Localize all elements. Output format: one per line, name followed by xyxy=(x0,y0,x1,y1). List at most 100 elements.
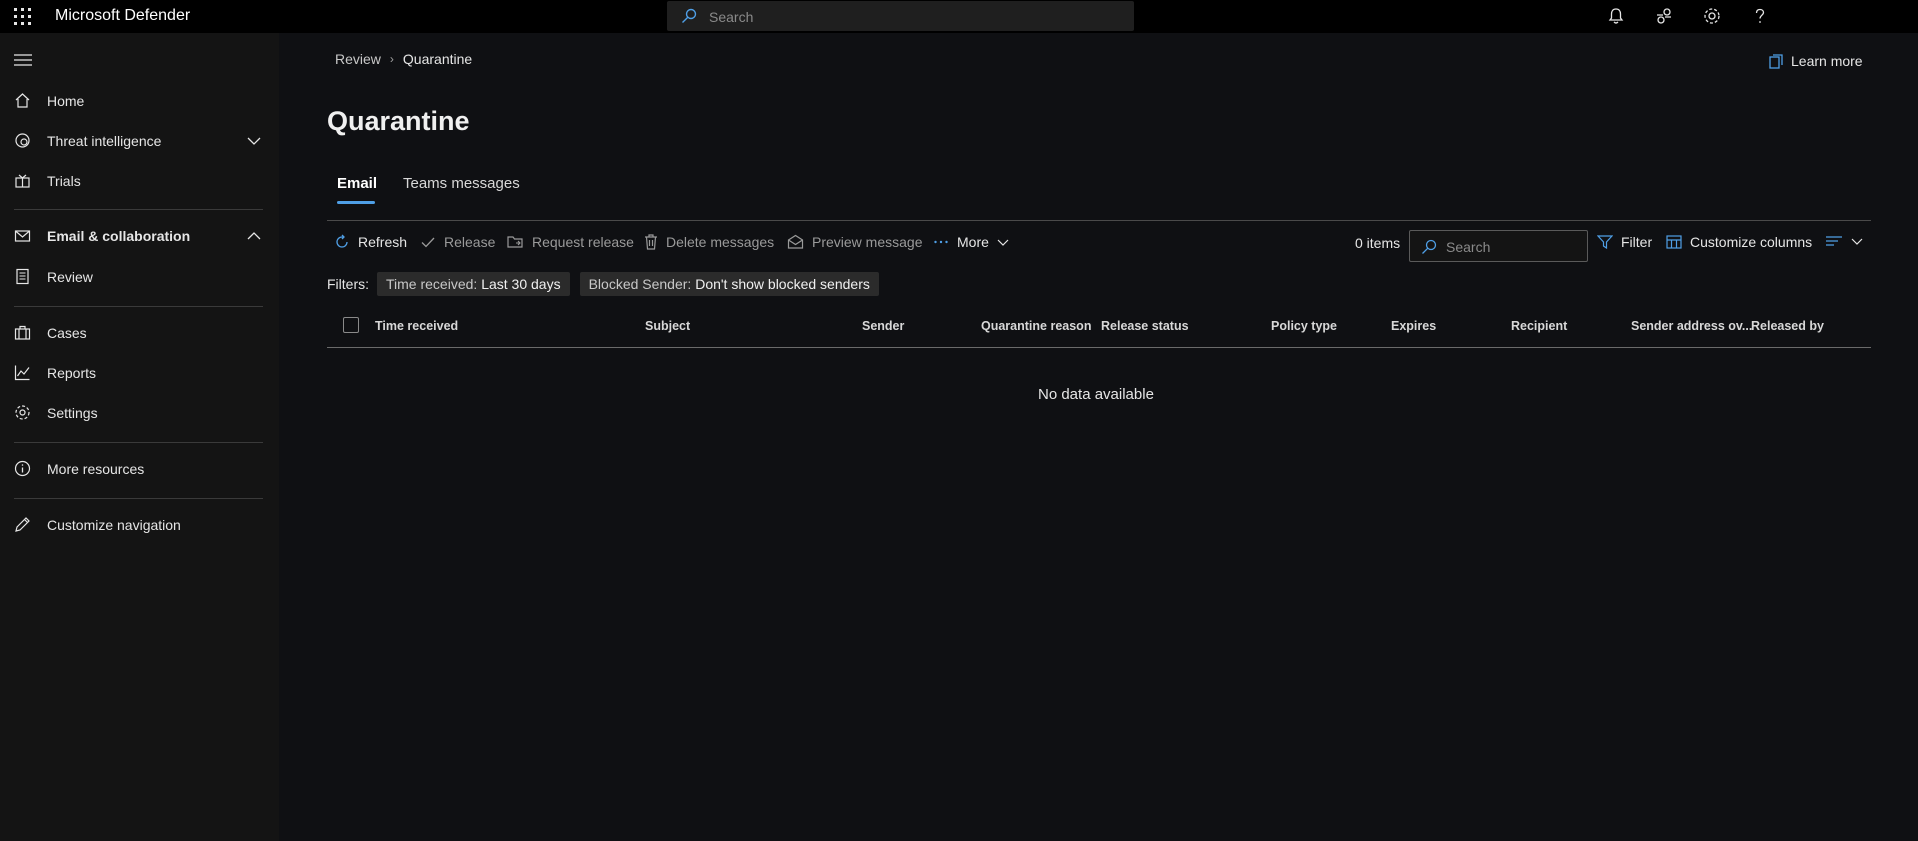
columns-icon xyxy=(1666,235,1682,249)
filter-chip-blocked-sender[interactable]: Blocked Sender: Don't show blocked sende… xyxy=(579,272,879,296)
sidebar-item-customize-navigation[interactable]: Customize navigation xyxy=(0,508,279,542)
sidebar-item-email-collaboration[interactable]: Email & collaboration xyxy=(0,219,279,253)
more-actions-button[interactable]: More xyxy=(933,234,1009,250)
sidebar-item-label: Customize navigation xyxy=(47,517,181,533)
hamburger-menu-icon[interactable] xyxy=(14,53,32,67)
info-icon xyxy=(14,460,31,477)
filter-button[interactable]: Filter xyxy=(1597,234,1652,250)
sidebar-item-label: Settings xyxy=(47,405,98,421)
tab-email[interactable]: Email xyxy=(337,175,377,192)
briefcase-icon xyxy=(14,325,31,340)
sidebar-item-label: Reports xyxy=(47,365,97,381)
trials-icon xyxy=(15,174,30,188)
threat-intelligence-icon xyxy=(15,133,30,148)
column-header-policy-type[interactable]: Policy type xyxy=(1271,319,1337,333)
sidebar-item-review[interactable]: Review xyxy=(0,260,279,294)
column-header-recipient[interactable]: Recipient xyxy=(1511,319,1567,333)
customize-columns-label: Customize columns xyxy=(1690,234,1813,250)
document-icon xyxy=(1769,53,1783,69)
sidebar: Home Threat intelligence Trials Email & … xyxy=(0,33,279,841)
filter-chip-key: Blocked Sender: xyxy=(588,276,692,292)
review-icon xyxy=(16,268,29,285)
filter-chip-time-received[interactable]: Time received: Last 30 days xyxy=(377,272,570,296)
app-launcher-icon[interactable] xyxy=(14,8,31,25)
chevron-down-icon[interactable] xyxy=(247,135,261,147)
customize-columns-button[interactable]: Customize columns xyxy=(1666,234,1812,250)
page-title: Quarantine xyxy=(327,106,470,136)
settings-gear-icon[interactable] xyxy=(1702,6,1722,26)
refresh-icon xyxy=(336,234,348,248)
sidebar-item-label: Threat intelligence xyxy=(47,133,162,149)
group-lines-icon xyxy=(1826,236,1842,246)
sidebar-divider xyxy=(14,442,263,443)
help-icon[interactable] xyxy=(1750,6,1770,26)
refresh-label: Refresh xyxy=(358,234,408,250)
sidebar-item-label: More resources xyxy=(47,461,145,477)
table-header: Time received Subject Sender Quarantine … xyxy=(327,313,1871,348)
sidebar-item-settings[interactable]: Settings xyxy=(0,396,279,430)
select-all-checkbox[interactable] xyxy=(343,317,359,333)
mail-icon xyxy=(14,230,31,242)
list-search-placeholder: Search xyxy=(1446,239,1491,255)
sidebar-divider xyxy=(14,306,263,307)
search-placeholder: Search xyxy=(709,9,754,25)
more-label: More xyxy=(957,234,989,250)
release-button[interactable]: Release xyxy=(420,234,495,250)
filter-label: Filter xyxy=(1621,234,1653,250)
sidebar-item-label: Cases xyxy=(47,325,87,341)
release-label: Release xyxy=(444,234,496,250)
column-header-expires[interactable]: Expires xyxy=(1391,319,1436,333)
chevron-down-icon xyxy=(1851,238,1863,245)
column-header-released-by[interactable]: Released by xyxy=(1751,319,1824,333)
preview-message-button[interactable]: Preview message xyxy=(787,234,923,250)
pencil-icon xyxy=(15,517,30,532)
chevron-down-icon xyxy=(997,239,1009,246)
home-icon xyxy=(15,93,30,108)
column-header-sender-address-override[interactable]: Sender address ov... xyxy=(1631,319,1752,333)
global-search-input[interactable]: Search xyxy=(667,1,1134,31)
request-release-button[interactable]: Request release xyxy=(507,234,634,250)
sidebar-divider xyxy=(14,209,263,210)
active-tab-indicator xyxy=(337,201,375,204)
top-bar: Microsoft Defender Search xyxy=(0,0,1918,33)
column-header-quarantine-reason[interactable]: Quarantine reason xyxy=(981,319,1091,333)
column-header-subject[interactable]: Subject xyxy=(645,319,690,333)
sidebar-item-threat-intelligence[interactable]: Threat intelligence xyxy=(0,124,279,158)
sidebar-item-trials[interactable]: Trials xyxy=(0,164,279,198)
folder-request-icon xyxy=(507,236,523,248)
gear-icon xyxy=(15,405,30,420)
notifications-bell-icon[interactable] xyxy=(1606,6,1626,26)
items-count: 0 items xyxy=(1355,235,1401,251)
filters-row: Filters: Time received: Last 30 days Blo… xyxy=(327,272,889,296)
breadcrumb-parent-link[interactable]: Review xyxy=(335,51,381,67)
column-header-sender[interactable]: Sender xyxy=(862,319,904,333)
column-header-release-status[interactable]: Release status xyxy=(1101,319,1189,333)
open-envelope-icon xyxy=(787,234,804,249)
checkmark-icon xyxy=(421,237,435,248)
tab-teams-messages[interactable]: Teams messages xyxy=(403,175,520,192)
sidebar-item-home[interactable]: Home xyxy=(0,84,279,118)
sidebar-item-reports[interactable]: Reports xyxy=(0,356,279,390)
search-icon xyxy=(682,8,697,23)
empty-state-text: No data available xyxy=(1038,386,1154,403)
community-icon[interactable] xyxy=(1654,6,1674,26)
refresh-button[interactable]: Refresh xyxy=(334,234,407,250)
group-by-button[interactable] xyxy=(1825,234,1863,248)
app-title[interactable]: Microsoft Defender xyxy=(55,7,190,25)
sidebar-item-more-resources[interactable]: More resources xyxy=(0,452,279,486)
chevron-right-icon: › xyxy=(389,52,394,66)
column-header-time-received[interactable]: Time received xyxy=(375,319,458,333)
list-search-input[interactable]: Search xyxy=(1409,230,1588,262)
breadcrumb: Review › Quarantine xyxy=(335,51,472,67)
sidebar-item-label: Review xyxy=(47,269,93,285)
chevron-up-icon[interactable] xyxy=(247,230,261,242)
sidebar-item-label: Email & collaboration xyxy=(47,228,191,244)
learn-more-link[interactable]: Learn more xyxy=(1769,53,1863,69)
trash-icon xyxy=(645,234,657,250)
delete-messages-button[interactable]: Delete messages xyxy=(644,234,774,250)
sidebar-divider xyxy=(14,498,263,499)
preview-message-label: Preview message xyxy=(812,234,923,250)
more-dots-icon xyxy=(934,240,948,244)
sidebar-item-cases[interactable]: Cases xyxy=(0,316,279,350)
breadcrumb-current: Quarantine xyxy=(402,51,473,67)
